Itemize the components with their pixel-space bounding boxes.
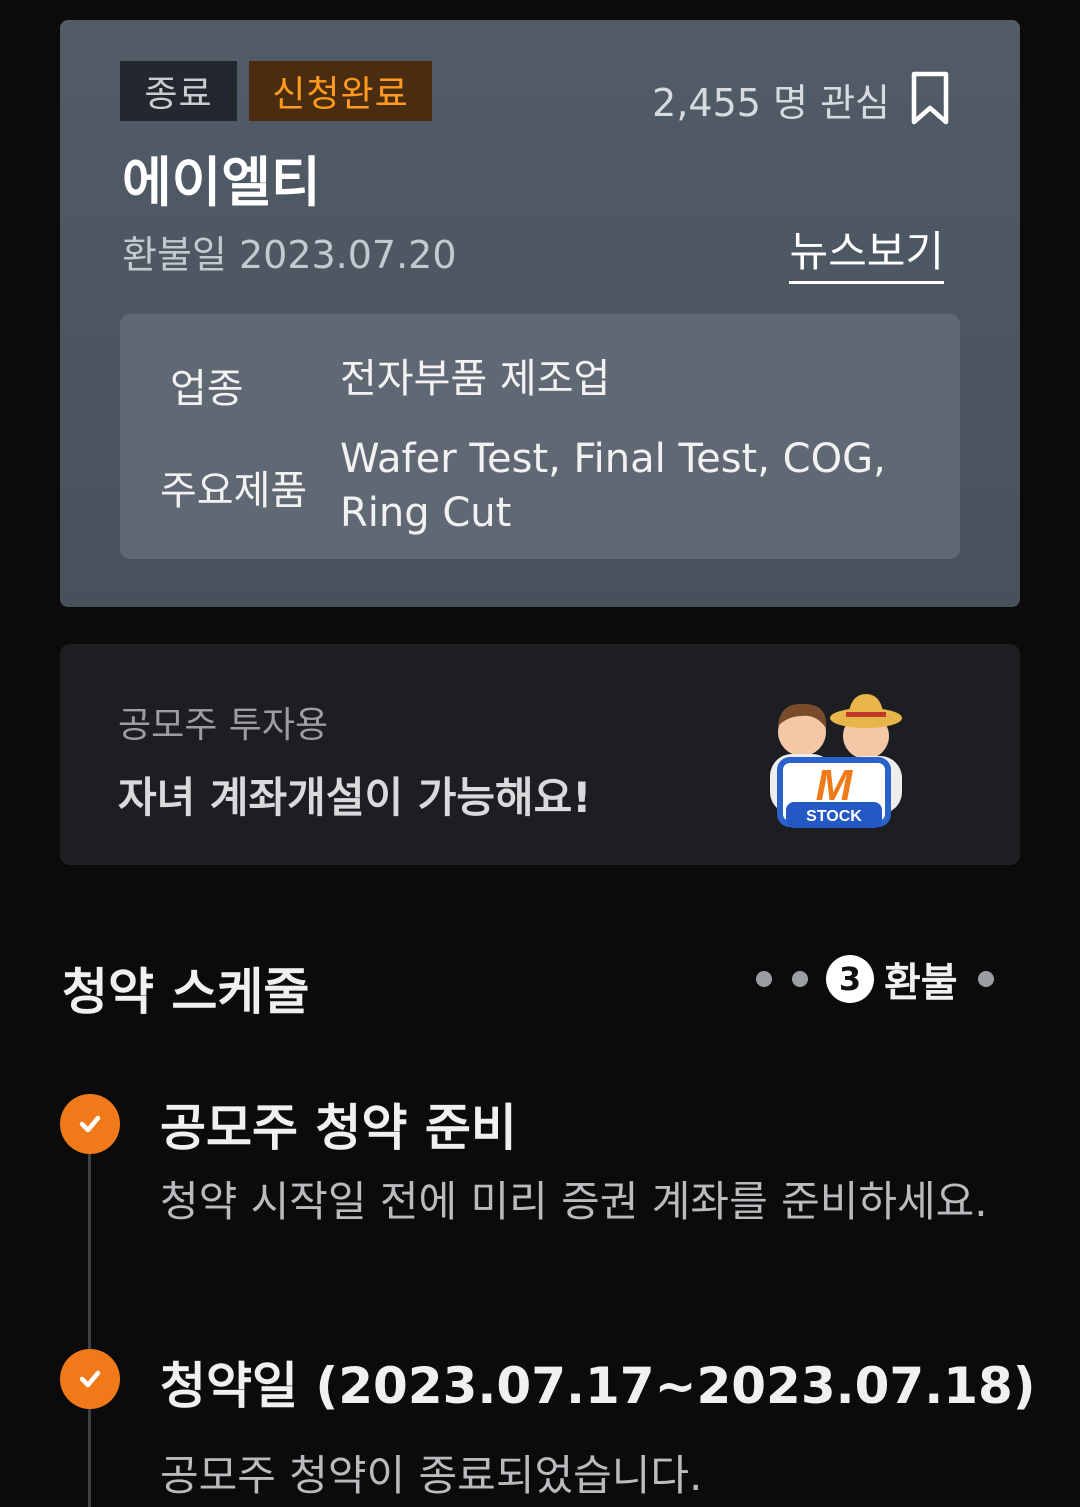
bookmark-icon[interactable]	[906, 70, 954, 126]
schedule-step-indicator: 3 환불	[756, 952, 994, 1006]
promo-headline: 자녀 계좌개설이 가능해요!	[118, 773, 592, 822]
child-account-promo-banner[interactable]: 공모주 투자용 자녀 계좌개설이 가능해요! M STOCK	[60, 644, 1020, 865]
schedule-item-title: 공모주 청약 준비	[160, 1099, 517, 1157]
ipo-detail-page: 종료 신청완료 2,455 명 관심 에이엘티 환불일 2023.07.20 뉴…	[0, 0, 1080, 1507]
step-dot	[756, 971, 772, 987]
company-name: 에이엘티	[122, 151, 321, 214]
products-label: 주요제품	[160, 468, 308, 514]
step-dot	[977, 971, 994, 987]
news-link[interactable]: 뉴스보기	[789, 218, 944, 284]
industry-value: 전자부품 제조업	[340, 356, 611, 402]
schedule-item-title: 청약일 (2023.07.17~2023.07.18)	[160, 1357, 1036, 1415]
current-step-label: 환불	[884, 960, 958, 1006]
promo-subtitle: 공모주 투자용	[118, 705, 329, 746]
industry-label: 업종	[170, 366, 244, 412]
ipo-summary-card: 종료 신청완료 2,455 명 관심 에이엘티 환불일 2023.07.20 뉴…	[60, 20, 1020, 607]
products-value: Wafer Test, Final Test, COG, Ring Cut	[340, 436, 886, 536]
promo-art-caption: STOCK	[806, 808, 862, 825]
check-icon	[60, 1349, 120, 1409]
status-badge: 종료	[120, 61, 237, 121]
step-dot	[792, 971, 808, 987]
schedule-item-description: 청약 시작일 전에 미리 증권 계좌를 준비하세요.	[160, 1177, 988, 1226]
kids-stock-illustration: M STOCK	[770, 694, 902, 828]
schedule-item-description: 공모주 청약이 종료되었습니다.	[160, 1451, 703, 1500]
current-step-number: 3	[826, 955, 874, 1003]
application-status-badge: 신청완료	[249, 61, 432, 121]
check-icon	[60, 1094, 120, 1154]
interest-count: 2,455 명 관심	[652, 81, 890, 125]
current-step: 3 환불	[826, 950, 958, 1008]
company-info-box: 업종 전자부품 제조업 주요제품 Wafer Test, Final Test,…	[120, 314, 960, 559]
refund-date: 환불일 2023.07.20	[122, 233, 457, 277]
schedule-title: 청약 스케줄	[62, 963, 310, 1021]
timeline-line	[88, 1150, 91, 1507]
